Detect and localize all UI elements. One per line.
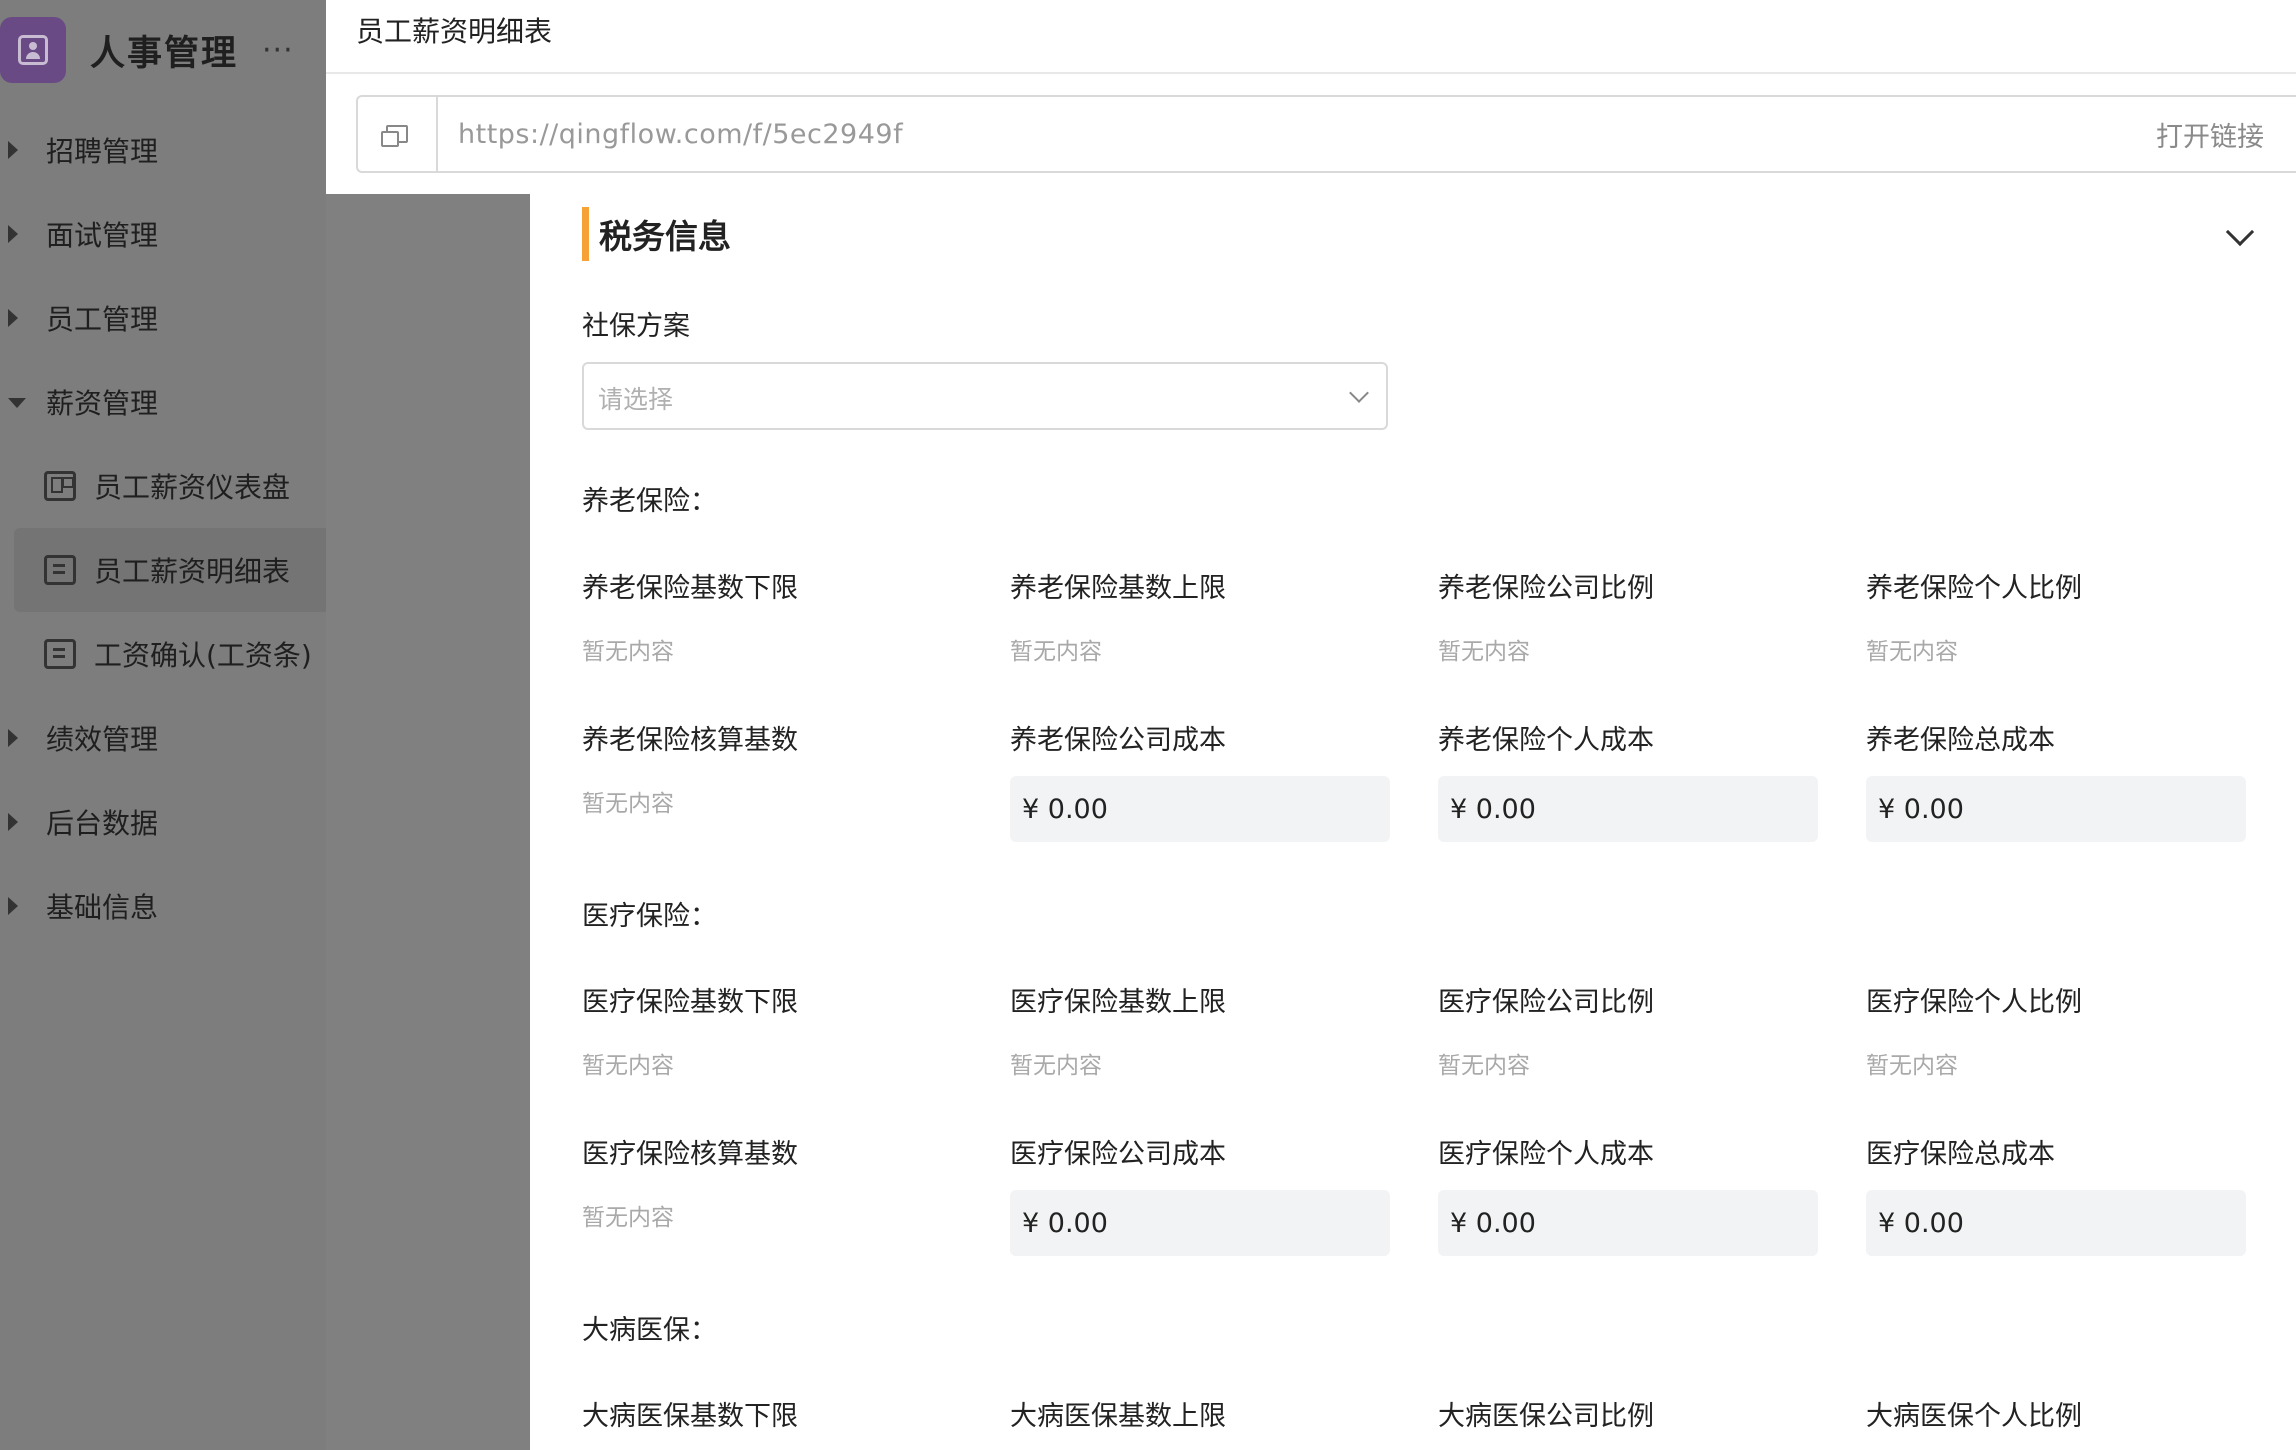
form-icon: [44, 555, 76, 585]
critical-group-label: 大病医保：: [582, 1315, 717, 1346]
sidebar: 人事管理 ··· 招聘管理 面试管理 员工管理 薪资管理 员工薪资仪表盘 员工薪…: [0, 0, 326, 1450]
section-accent-bar: [582, 207, 589, 261]
empty-value: 暂无内容: [1438, 1053, 1530, 1079]
field-label: 医疗保险基数下限: [582, 987, 798, 1018]
field-label: 大病医保个人比例: [1866, 1401, 2082, 1432]
field-label: 养老保险核算基数: [582, 725, 798, 756]
empty-value: 暂无内容: [1438, 639, 1530, 665]
section-title: 税务信息: [599, 217, 731, 256]
copy-icon[interactable]: [358, 97, 438, 171]
sidebar-item-recruitment[interactable]: 招聘管理: [0, 108, 326, 192]
money-field: ¥ 0.00: [1866, 1190, 2246, 1256]
empty-value: 暂无内容: [582, 639, 674, 665]
money-field: ¥ 0.00: [1010, 1190, 1390, 1256]
field-label: 医疗保险公司成本: [1010, 1139, 1226, 1170]
dashboard-icon: [44, 471, 76, 501]
chevron-down-icon[interactable]: [2225, 217, 2255, 247]
money-field: ¥ 0.00: [1866, 776, 2246, 842]
pension-group-label: 养老保险：: [582, 486, 717, 517]
caret-right-icon: [8, 729, 18, 747]
open-link-button[interactable]: 打开链接: [2156, 115, 2264, 154]
form-icon: [44, 639, 76, 669]
sidebar-subitem-salary-dashboard[interactable]: 员工薪资仪表盘: [0, 444, 326, 528]
field-label: 大病医保基数下限: [582, 1401, 798, 1432]
empty-value: 暂无内容: [582, 1205, 674, 1231]
field-label: 养老保险个人成本: [1438, 725, 1654, 756]
field-label: 医疗保险总成本: [1866, 1139, 2055, 1170]
caret-right-icon: [8, 309, 18, 327]
sidebar-item-label: 薪资管理: [46, 387, 159, 420]
form-card: 税务信息 社保方案 请选择 养老保险： 养老保险基数下限 养老保险基数上限 养老…: [530, 194, 2296, 1450]
sidebar-subitem-payslip[interactable]: 工资确认(工资条): [0, 612, 326, 696]
social-plan-select[interactable]: 请选择: [582, 362, 1388, 430]
sidebar-item-label: 招聘管理: [46, 135, 159, 168]
field-label: 养老保险基数下限: [582, 573, 798, 604]
caret-right-icon: [8, 225, 18, 243]
sidebar-item-label: 后台数据: [46, 807, 159, 840]
money-field: ¥ 0.00: [1438, 776, 1818, 842]
section-header[interactable]: 税务信息: [582, 206, 731, 262]
field-label: 大病医保公司比例: [1438, 1401, 1654, 1432]
sidebar-item-backend-data[interactable]: 后台数据: [0, 780, 326, 864]
app-title: 人事管理: [90, 33, 239, 74]
link-url[interactable]: https://qingflow.com/f/5ec2949f: [458, 119, 2156, 150]
sidebar-subitem-label: 员工薪资明细表: [94, 555, 291, 588]
sidebar-item-interview[interactable]: 面试管理: [0, 192, 326, 276]
field-label: 养老保险总成本: [1866, 725, 2055, 756]
field-label: 医疗保险公司比例: [1438, 987, 1654, 1018]
empty-value: 暂无内容: [1866, 639, 1958, 665]
select-placeholder: 请选择: [598, 385, 674, 414]
empty-value: 暂无内容: [1010, 639, 1102, 665]
divider: [326, 72, 2296, 74]
field-label: 养老保险公司成本: [1010, 725, 1226, 756]
caret-right-icon: [8, 813, 18, 831]
sidebar-item-employees[interactable]: 员工管理: [0, 276, 326, 360]
field-label: 养老保险个人比例: [1866, 573, 2082, 604]
sidebar-item-salary[interactable]: 薪资管理: [0, 360, 326, 444]
field-label: 养老保险公司比例: [1438, 573, 1654, 604]
app-header: 人事管理 ···: [0, 0, 326, 100]
social-plan-label: 社保方案: [582, 311, 690, 342]
sidebar-item-label: 绩效管理: [46, 723, 159, 756]
caret-right-icon: [8, 897, 18, 915]
link-box: https://qingflow.com/f/5ec2949f 打开链接 复: [356, 95, 2296, 173]
page-title: 员工薪资明细表: [356, 15, 553, 48]
sidebar-item-basic-info[interactable]: 基础信息: [0, 864, 326, 948]
money-field: ¥ 0.00: [1438, 1190, 1818, 1256]
empty-value: 暂无内容: [1866, 1053, 1958, 1079]
field-label: 医疗保险个人成本: [1438, 1139, 1654, 1170]
sidebar-item-label: 基础信息: [46, 891, 159, 924]
sidebar-item-performance[interactable]: 绩效管理: [0, 696, 326, 780]
sidebar-subitem-label: 工资确认(工资条): [94, 639, 312, 672]
field-label: 医疗保险基数上限: [1010, 987, 1226, 1018]
sidebar-subitem-label: 员工薪资仪表盘: [94, 471, 291, 504]
sidebar-item-label: 员工管理: [46, 303, 159, 336]
main-panel: 员工薪资明细表 https://qingflow.com/f/5ec2949f …: [326, 0, 2296, 1450]
field-label: 大病医保基数上限: [1010, 1401, 1226, 1432]
caret-right-icon: [8, 141, 18, 159]
field-label: 医疗保险个人比例: [1866, 987, 2082, 1018]
money-field: ¥ 0.00: [1010, 776, 1390, 842]
empty-value: 暂无内容: [582, 791, 674, 817]
more-icon[interactable]: ···: [262, 33, 294, 68]
chevron-down-icon: [1349, 383, 1369, 403]
sidebar-item-label: 面试管理: [46, 219, 159, 252]
field-label: 养老保险基数上限: [1010, 573, 1226, 604]
empty-value: 暂无内容: [582, 1053, 674, 1079]
caret-down-icon: [8, 398, 26, 408]
sidebar-subitem-salary-detail[interactable]: 员工薪资明细表: [14, 528, 326, 612]
sidebar-nav: 招聘管理 面试管理 员工管理 薪资管理 员工薪资仪表盘 员工薪资明细表 工资确认…: [0, 108, 326, 948]
share-header: 员工薪资明细表 https://qingflow.com/f/5ec2949f …: [326, 0, 2296, 194]
app-logo-icon[interactable]: [0, 17, 66, 83]
field-label: 医疗保险核算基数: [582, 1139, 798, 1170]
empty-value: 暂无内容: [1010, 1053, 1102, 1079]
medical-group-label: 医疗保险：: [582, 901, 717, 932]
